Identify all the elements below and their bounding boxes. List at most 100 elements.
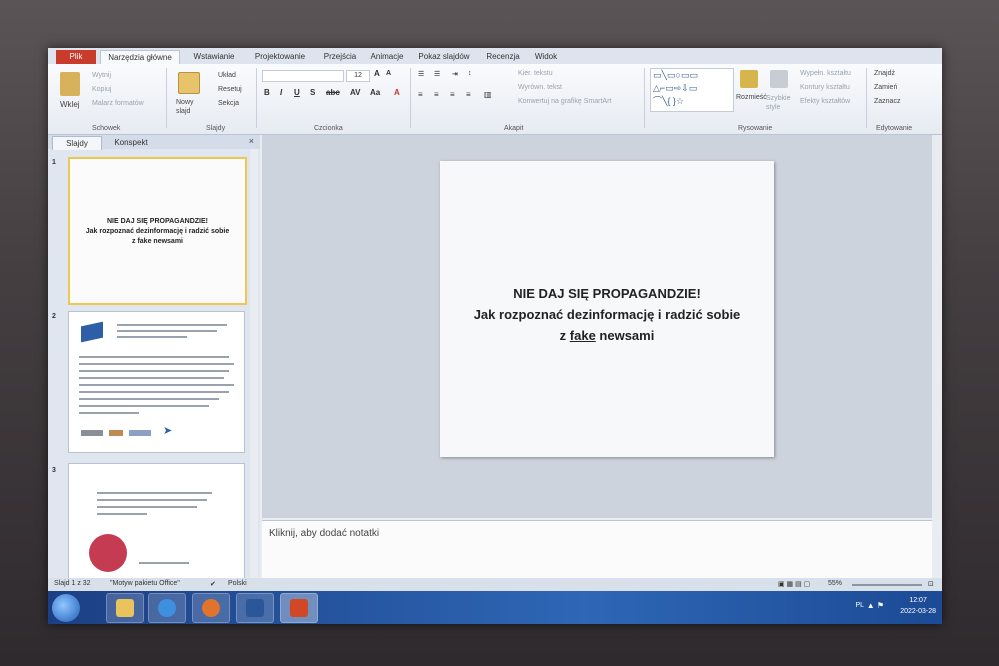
tab-transitions[interactable]: Przejścia (320, 50, 360, 64)
keyboard-language[interactable]: PL (855, 602, 864, 609)
word-icon (246, 599, 264, 617)
section-button[interactable]: Sekcja (218, 100, 239, 107)
cut-button[interactable]: Wytnij (92, 72, 111, 79)
shape-outline-button[interactable]: Kontury kształtu (800, 84, 850, 91)
slide-number: 3 (52, 467, 56, 474)
slide-title-line: NIE DAJ SIĘ PROPAGANDZIE! (513, 286, 701, 301)
tab-review[interactable]: Recenzja (482, 50, 524, 64)
tab-design[interactable]: Projektowanie (248, 50, 312, 64)
explorer-taskbar-button[interactable] (106, 593, 144, 623)
paste-icon[interactable] (60, 72, 80, 96)
tab-outline[interactable]: Konspekt (104, 136, 158, 149)
tab-slides[interactable]: Slajdy (52, 136, 102, 150)
line-spacing-icon[interactable]: ↕ (468, 70, 472, 77)
pane-scrollbar[interactable] (250, 149, 258, 578)
bold-icon[interactable]: B (264, 88, 270, 97)
justify-icon[interactable]: ≡ (466, 90, 471, 99)
text-line (79, 363, 234, 365)
zoom-level[interactable]: 55% (828, 580, 842, 587)
arrange-icon[interactable] (740, 70, 758, 88)
italic-icon[interactable]: I (280, 88, 282, 97)
thumb-title-line: NIE DAJ SIĘ PROPAGANDZIE! (107, 218, 208, 225)
text-direction-button[interactable]: Kier. tekstu (518, 70, 553, 77)
ribbon: Wklej Wytnij Kopiuj Malarz formatów Scho… (48, 64, 942, 135)
theme-name[interactable]: "Motyw pakietu Office" (110, 580, 180, 587)
shadow-icon[interactable]: S (310, 88, 315, 97)
notes-placeholder: Kliknij, aby dodać notatki (269, 528, 380, 539)
font-size-select[interactable]: 12 (346, 70, 370, 82)
slide-thumbnail-2[interactable]: ➤ (68, 311, 245, 453)
clock-time: 12:07 (909, 597, 927, 604)
copy-button[interactable]: Kopiuj (92, 86, 111, 93)
smartart-button[interactable]: Konwertuj na grafikę SmartArt (518, 98, 611, 105)
current-slide[interactable]: NIE DAJ SIĘ PROPAGANDZIE! Jak rozpoznać … (440, 161, 774, 457)
align-left-icon[interactable]: ≡ (418, 90, 423, 99)
numbering-icon[interactable]: ☰ (434, 70, 440, 78)
fit-window-icon[interactable]: ⊡ (928, 580, 934, 588)
char-spacing-icon[interactable]: AV (350, 88, 361, 97)
system-clock[interactable]: 12:07 2022-03-28 (900, 595, 936, 617)
bullets-icon[interactable]: ☰ (418, 70, 424, 78)
font-color-icon[interactable]: A (394, 88, 400, 97)
tab-slideshow[interactable]: Pokaz slajdów (414, 50, 474, 64)
start-button-icon[interactable] (52, 594, 80, 622)
divider (644, 68, 645, 128)
align-right-icon[interactable]: ≡ (450, 90, 455, 99)
notes-pane[interactable]: Kliknij, aby dodać notatki (262, 520, 932, 579)
new-slide-button[interactable]: Nowy slajd (176, 98, 204, 116)
change-case-icon[interactable]: Aa (370, 88, 380, 97)
shape-effects-button[interactable]: Efekty kształtów (800, 98, 850, 105)
strikethrough-icon[interactable]: abc (326, 88, 340, 97)
slide-thumbnail-3[interactable] (68, 463, 245, 585)
tab-animations[interactable]: Animacje (366, 50, 408, 64)
underline-icon[interactable]: U (294, 88, 300, 97)
indent-icon[interactable]: ⇥ (452, 70, 458, 78)
reset-button[interactable]: Resetuj (218, 86, 242, 93)
align-center-icon[interactable]: ≡ (434, 90, 439, 99)
editor-scrollbar[interactable] (932, 135, 942, 518)
select-button[interactable]: Zaznacz (874, 98, 900, 105)
tray-icons[interactable]: ▲ ⚑ (867, 601, 884, 610)
font-family-select[interactable] (262, 70, 344, 82)
ribbon-tab-bar: Plik Narzędzia główne Wstawianie Projekt… (48, 48, 942, 65)
text-line (117, 324, 227, 326)
shapes-row-icon: △⌐▭⇨⇩▭ (653, 83, 698, 93)
replace-button[interactable]: Zamień (874, 84, 897, 91)
new-slide-icon[interactable] (178, 72, 200, 94)
underlined-word: fake (569, 328, 596, 343)
language-indicator[interactable]: Polski (228, 580, 247, 587)
slide-title[interactable]: NIE DAJ SIĘ PROPAGANDZIE! Jak rozpoznać … (440, 283, 774, 346)
grow-font-icon[interactable]: A (374, 69, 380, 78)
clipboard-group-label: Schowek (92, 125, 121, 132)
shapes-gallery[interactable]: ▭╲▭○▭▭ △⌐▭⇨⇩▭ ⌒╲{ }☆ (650, 68, 734, 112)
tab-file[interactable]: Plik (56, 50, 96, 64)
arrange-button[interactable]: Rozmieść (736, 94, 767, 101)
ie-taskbar-button[interactable] (148, 593, 186, 623)
tab-insert[interactable]: Wstawianie (186, 50, 242, 64)
zoom-slider[interactable] (852, 584, 922, 586)
word-taskbar-button[interactable] (236, 593, 274, 623)
format-painter-button[interactable]: Malarz formatów (92, 100, 144, 107)
slide-number: 2 (52, 313, 56, 320)
find-button[interactable]: Znajdź (874, 70, 895, 77)
align-text-button[interactable]: Wyrówn. tekst (518, 84, 562, 91)
slide-thumbnail-1[interactable]: NIE DAJ SIĘ PROPAGANDZIE! Jak rozpoznać … (68, 157, 247, 305)
tab-home[interactable]: Narzędzia główne (100, 50, 180, 65)
spellcheck-icon[interactable]: ✔ (210, 580, 216, 588)
divider (256, 68, 257, 128)
quick-styles-icon[interactable] (770, 70, 788, 88)
firefox-taskbar-button[interactable] (192, 593, 230, 623)
view-buttons-icon[interactable]: ▣ ▦ ▤ ▢ (778, 580, 810, 588)
shape-fill-button[interactable]: Wypełn. kształtu (800, 70, 851, 77)
columns-icon[interactable]: ▥ (484, 90, 492, 99)
tab-view[interactable]: Widok (528, 50, 564, 64)
paste-button[interactable]: Wklej (60, 100, 80, 109)
layout-button[interactable]: Układ (218, 72, 236, 79)
shrink-font-icon[interactable]: A (386, 70, 391, 77)
close-icon[interactable]: × (249, 136, 254, 146)
powerpoint-taskbar-button[interactable] (280, 593, 318, 623)
text-line (117, 336, 187, 338)
slide-text-suffix: newsami (595, 328, 655, 343)
quick-styles-button[interactable]: Szybkie style (766, 94, 791, 112)
text-line (79, 412, 139, 414)
